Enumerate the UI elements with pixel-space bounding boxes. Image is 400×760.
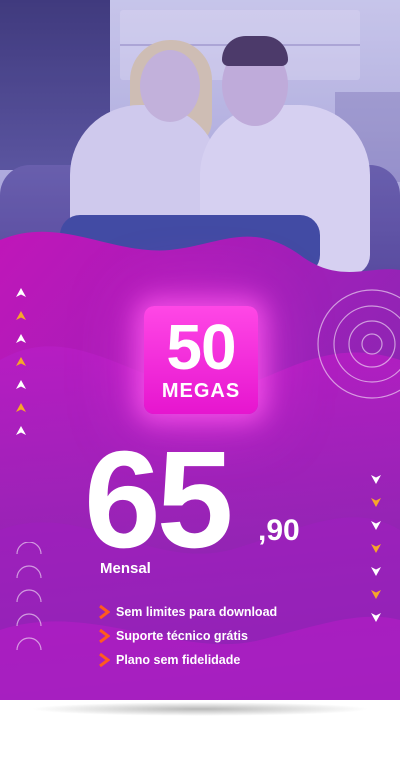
semicircle-decoration [16,542,42,651]
arrow-up-icon [16,357,26,366]
arrow-column-right [369,472,383,624]
feature-text: Suporte técnico grátis [116,629,248,643]
arrow-down-icon [371,567,381,576]
billing-period: Mensal [100,560,151,577]
arrow-down-icon [371,590,381,599]
concentric-circles-decoration [317,289,400,399]
speed-badge: 50 MEGAS [144,306,258,414]
list-item: Plano sem fidelidade [98,648,277,672]
card-shadow [30,702,370,716]
feature-list: Sem limites para download Suporte técnic… [98,600,277,672]
speed-value: 50 [166,311,236,383]
arrow-down-icon [371,475,381,484]
arrow-up-icon [16,403,26,412]
list-item: Suporte técnico grátis [98,624,277,648]
arrow-down-icon [371,613,381,622]
arrow-up-icon [16,334,26,343]
chevron-right-icon [99,629,110,643]
arrow-down-icon [371,544,381,553]
list-item: Sem limites para download [98,600,277,624]
feature-text: Sem limites para download [116,605,278,619]
price-decimal: ,90 [258,514,300,547]
price-integer: 65 [84,423,233,577]
arrow-up-icon [16,311,26,320]
internet-plan-card: 50 MEGAS 65 ,90 Mensal Sem limites para … [0,0,400,700]
feature-text: Plano sem fidelidade [116,653,241,667]
arrow-down-icon [371,498,381,507]
speed-unit: MEGAS [161,380,241,402]
arrow-up-icon [16,380,26,389]
arrow-down-icon [371,521,381,530]
arrow-up-icon [16,426,26,435]
arrow-column-left [14,286,28,438]
chevron-right-icon [99,605,110,619]
chevron-right-icon [99,653,110,667]
arrow-up-icon [16,288,26,297]
